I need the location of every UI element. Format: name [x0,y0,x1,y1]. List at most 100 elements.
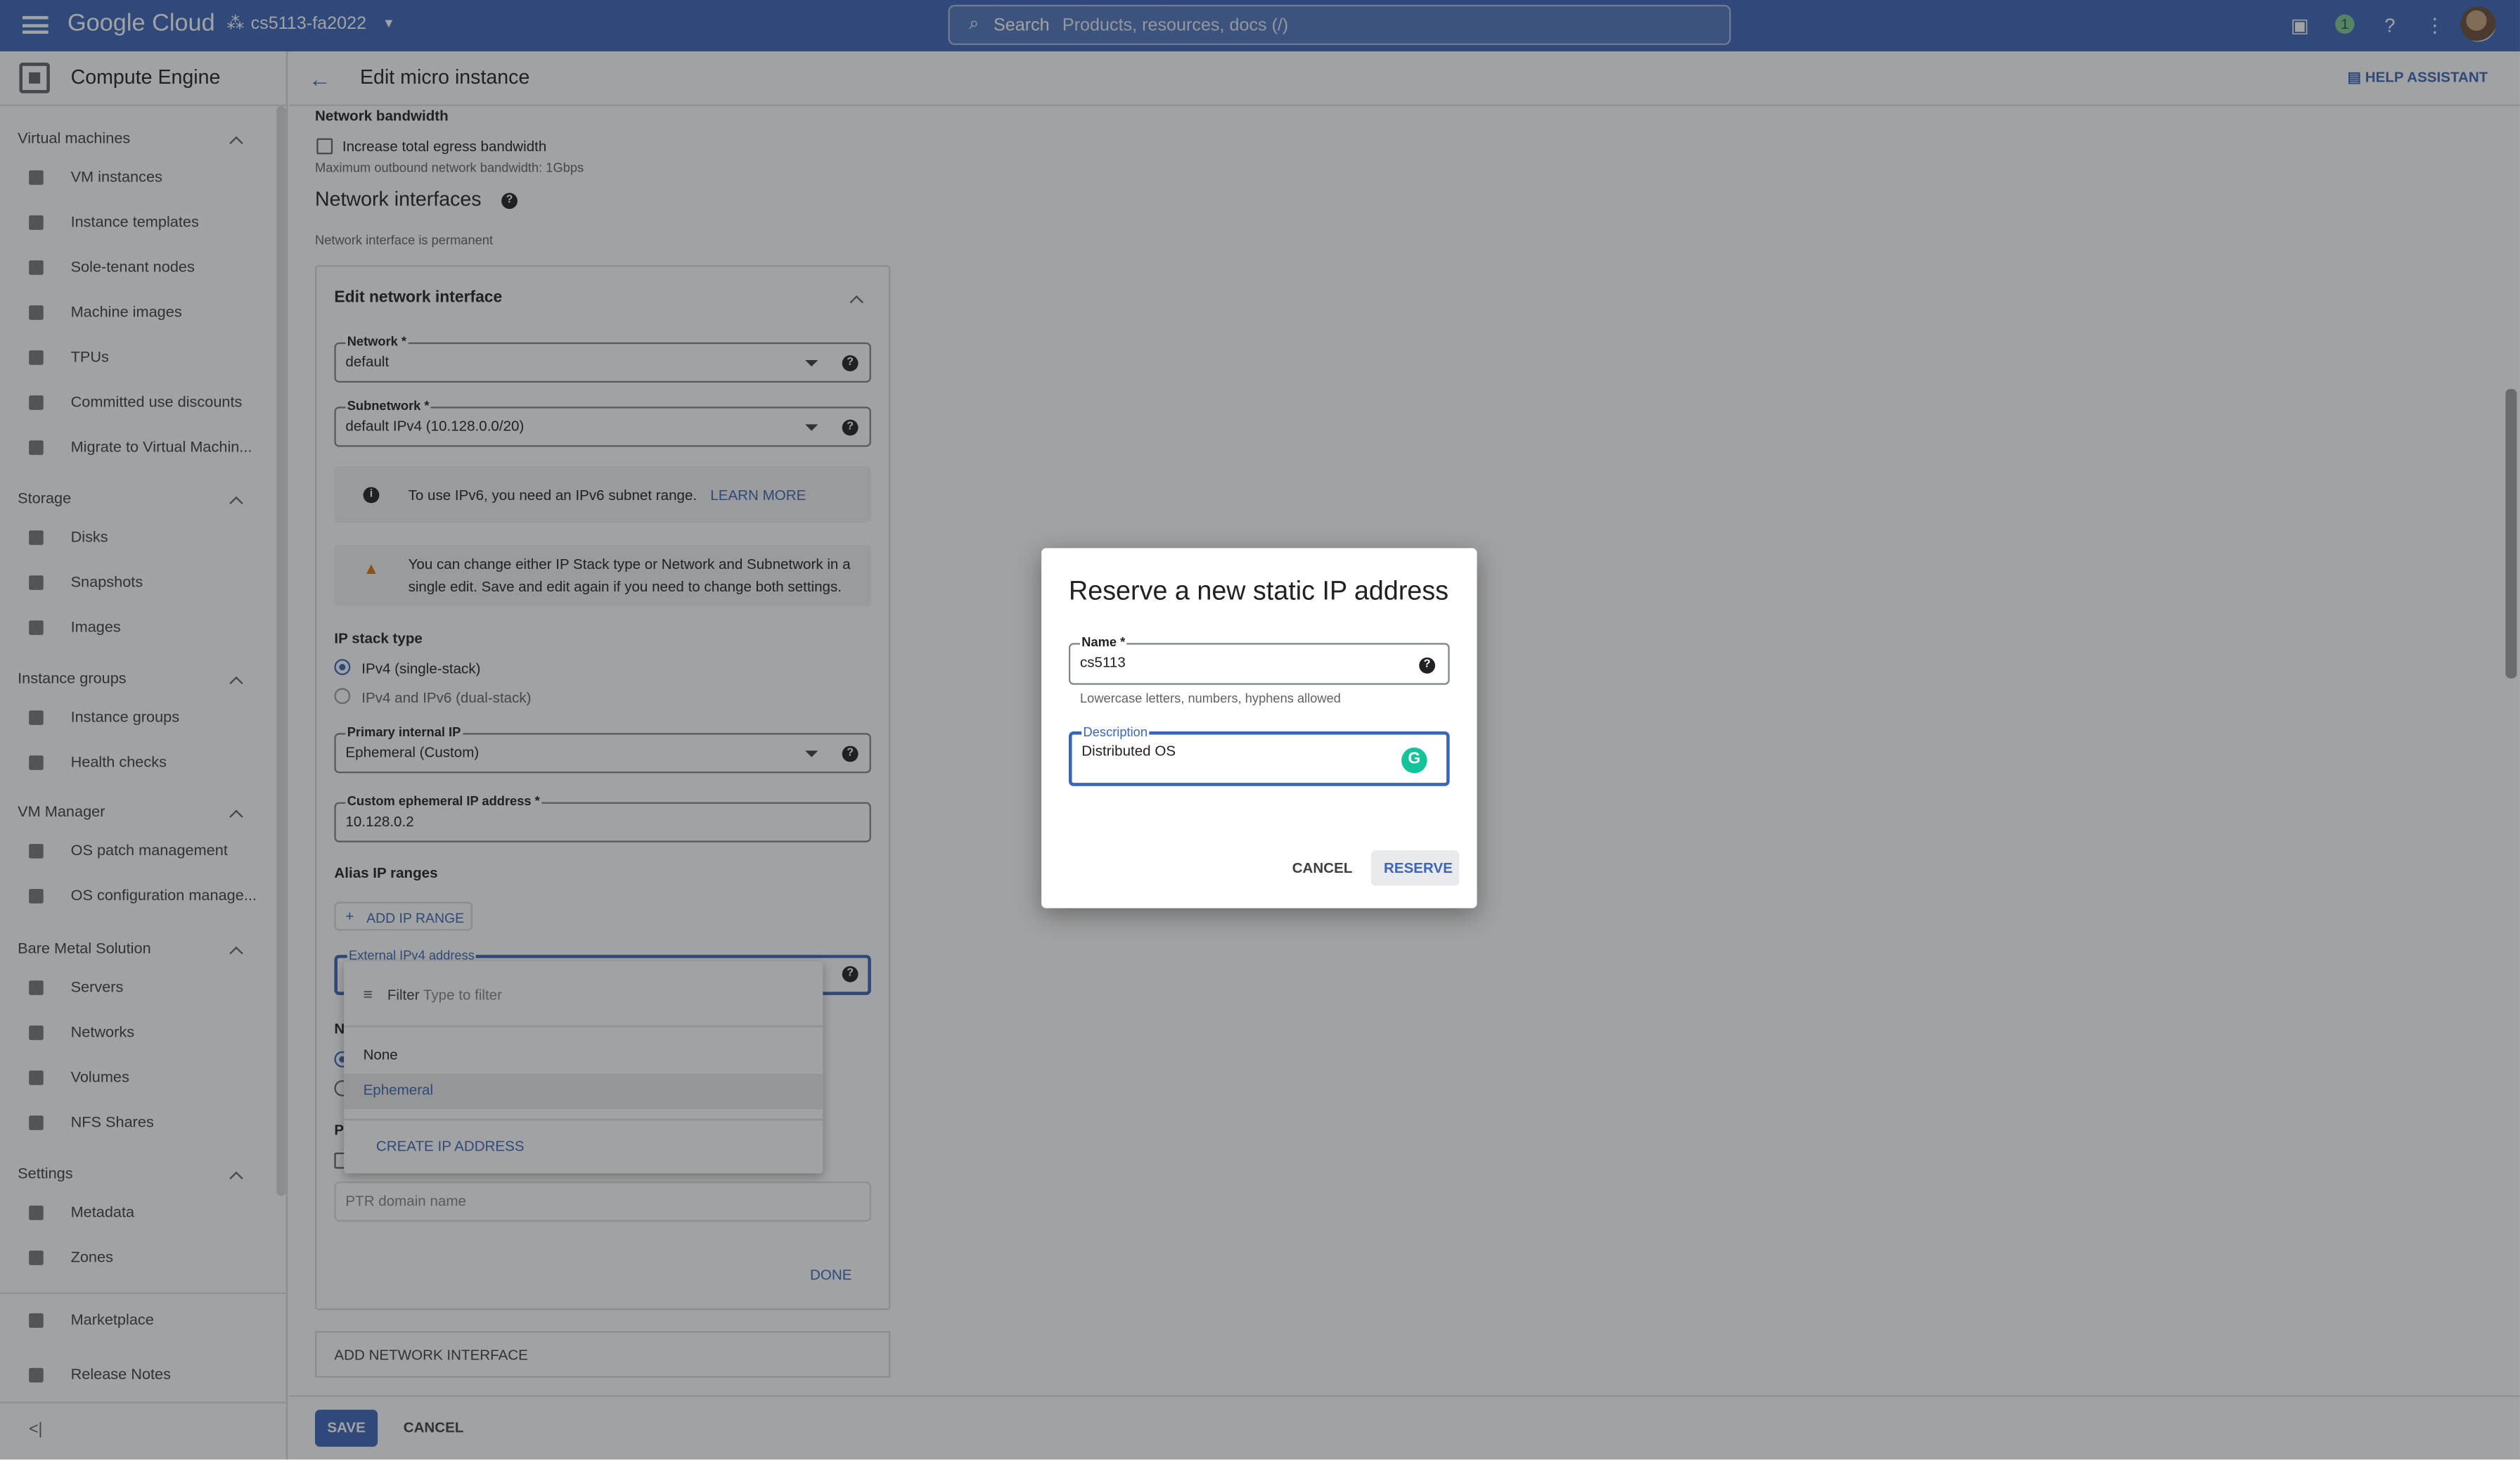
sidebar-item-snapshots[interactable]: Snapshots [0,568,274,600]
dropdown-arrow-icon [805,750,818,757]
sidebar-item-zones[interactable]: Zones [0,1243,274,1275]
chevron-up-icon[interactable] [230,494,243,506]
reserve-button[interactable]: RESERVE [1370,850,1460,886]
radio-ipv4[interactable] [334,659,351,675]
custom-ephemeral-ip-input[interactable]: Custom ephemeral IP address * 10.128.0.2 [334,794,871,843]
chevron-up-icon[interactable] [230,674,243,686]
sidebar-section-virtual-machines[interactable]: Virtual machines [18,130,130,148]
sidebar-item-sole-tenant-nodes[interactable]: Sole-tenant nodes [0,252,274,285]
chevron-up-icon[interactable] [230,807,243,819]
grammarly-icon[interactable]: G [1401,747,1427,774]
group-icon [29,710,44,725]
sidebar-item-os-patch-management[interactable]: OS patch management [0,836,274,869]
subnetwork-select[interactable]: Subnetwork * default IPv4 (10.128.0.0/20… [334,398,871,447]
chevron-up-icon[interactable] [230,134,243,146]
filter-input[interactable]: Filter Type to filter [387,987,502,1003]
menu-option-none[interactable]: None [344,1039,823,1074]
help-icon[interactable]: ? [842,419,859,436]
chevron-up-icon[interactable] [230,944,243,956]
sidebar-scrollbar[interactable] [276,105,286,1196]
config-icon [29,888,44,904]
add-network-interface-button[interactable]: ADD NETWORK INTERFACE [314,1331,891,1378]
sidebar: Compute Engine Virtual machines VM instan… [0,51,288,1460]
sidebar-item-instance-templates[interactable]: Instance templates [0,207,274,240]
chevron-down-icon: ▼ [382,15,396,31]
search-bar[interactable]: ⌕ Search Products, resources, docs (/) [948,4,1731,45]
sidebar-item-servers[interactable]: Servers [0,973,274,1005]
sidebar-item-machine-images[interactable]: Machine images [0,297,274,330]
chevron-up-icon[interactable] [850,293,863,305]
dialog-cancel-button[interactable]: CANCEL [1292,860,1353,876]
edit-interface-title: Edit network interface [334,289,503,307]
sidebar-item-marketplace[interactable]: Marketplace [0,1305,274,1338]
health-icon [29,755,44,770]
sidebar-item-disks[interactable]: Disks [0,523,274,555]
sidebar-item-migrate-to-virtual-machin[interactable]: Migrate to Virtual Machin... [0,433,274,465]
back-arrow-icon[interactable]: ← [309,66,331,92]
name-input[interactable]: Name * cs5113 [1068,634,1450,685]
help-icon[interactable]: ? [842,355,859,371]
notifications-badge[interactable]: 1 [2332,11,2358,37]
google-cloud-logo[interactable]: Google Cloud [68,10,215,37]
help-icon[interactable]: ? [501,193,518,210]
avatar[interactable] [2460,6,2496,42]
project-selector[interactable]: ⁂ cs5113-fa2022 ▼ [226,13,395,34]
custom-ip-label: Custom ephemeral IP address * [345,794,542,809]
collapse-sidebar-icon[interactable]: <| [29,1421,42,1439]
cancel-button[interactable]: CANCEL [404,1419,464,1435]
sidebar-item-networks[interactable]: Networks [0,1018,274,1050]
cloud-shell-icon[interactable]: ▣ [2289,15,2311,37]
ptr-domain-input[interactable]: PTR domain name [334,1181,871,1222]
save-button[interactable]: SAVE [314,1409,378,1447]
help-icon[interactable]: ? [842,745,859,762]
sidebar-item-tpus[interactable]: TPUs [0,342,274,375]
sidebar-item-vm-instances[interactable]: VM instances [0,162,274,195]
ip-stack-option-dual: IPv4 and IPv6 (dual-stack) [361,689,532,706]
project-name: cs5113-fa2022 [250,13,367,33]
sidebar-item-committed-use-discounts[interactable]: Committed use discounts [0,388,274,420]
info-icon: i [363,487,380,504]
menu-option-label: None [363,1046,398,1063]
patch-icon [29,843,44,859]
metadata-icon [29,1205,44,1220]
sidebar-item-images[interactable]: Images [0,613,274,645]
primary-internal-ip-select[interactable]: Primary internal IP Ephemeral (Custom) [334,724,871,774]
server-icon [29,980,44,995]
menu-divider [344,1118,823,1121]
chevron-up-icon[interactable] [230,1169,243,1182]
menu-option-ephemeral[interactable]: Ephemeral [344,1073,823,1110]
main-menu-icon[interactable] [22,13,49,39]
add-ip-range-button[interactable]: + ADD IP RANGE [334,902,472,931]
sidebar-section-settings[interactable]: Settings [18,1165,72,1183]
sidebar-item-os-configuration-manage[interactable]: OS configuration manage... [0,881,274,914]
help-icon[interactable]: ? [1419,657,1436,674]
help-icon[interactable]: ? [842,966,859,982]
sidebar-item-metadata[interactable]: Metadata [0,1198,274,1230]
sidebar-section-instance-groups[interactable]: Instance groups [18,670,127,688]
help-assistant-button[interactable]: ▤ HELP ASSISTANT [2348,69,2488,87]
description-value: Distributed OS [1081,742,1176,759]
main-scrollbar[interactable] [2505,389,2517,679]
network-select[interactable]: Network * default [334,334,871,383]
egress-checkbox[interactable] [316,138,333,155]
help-icon[interactable]: ? [2379,15,2401,37]
menu-option-label: Ephemeral [363,1082,434,1099]
sidebar-item-nfs-shares[interactable]: NFS Shares [0,1108,274,1140]
sidebar-item-label: Zones [70,1248,113,1267]
sidebar-item-instance-groups[interactable]: Instance groups [0,703,274,735]
sidebar-item-health-checks[interactable]: Health checks [0,748,274,780]
done-button[interactable]: DONE [810,1267,851,1283]
radio-dual-stack[interactable] [334,688,351,705]
sidebar-section-bare-metal-solution[interactable]: Bare Metal Solution [18,940,151,958]
sidebar-item-label: Images [70,618,121,637]
sidebar-item-release-notes[interactable]: Release Notes [0,1360,274,1392]
sidebar-section-vm-manager[interactable]: VM Manager [18,804,105,821]
create-ip-address-button[interactable]: CREATE IP ADDRESS [376,1138,525,1154]
ipv6-info-text: To use IPv6, you need an IPv6 subnet ran… [408,487,698,504]
subnetwork-label: Subnetwork * [345,398,431,414]
description-textarea[interactable]: Description Distributed OS [1068,724,1450,786]
learn-more-link[interactable]: LEARN MORE [710,487,806,504]
sidebar-item-volumes[interactable]: Volumes [0,1063,274,1095]
more-vert-icon[interactable]: ⋮ [2424,15,2446,37]
sidebar-section-storage[interactable]: Storage [18,490,71,508]
